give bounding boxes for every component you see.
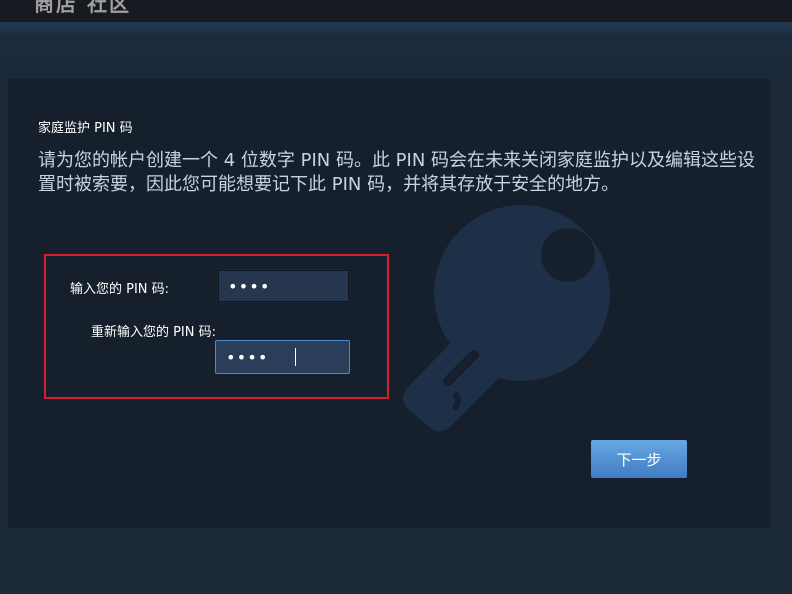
dialog-description: 请为您的帐户创建一个 4 位数字 PIN 码。此 PIN 码会在未来关闭家庭监护… [38, 150, 756, 195]
page: 商店 社区 家庭监护 PIN 码 请为您的帐户创建一个 4 位数字 PIN 码。… [0, 0, 792, 594]
next-button[interactable]: 下一步 [591, 440, 687, 478]
nav-partial-text: 商店 社区 [34, 0, 131, 16]
pin-input[interactable] [217, 269, 350, 303]
pin-entry-group: 输入您的 PIN 码: 重新输入您的 PIN 码: [44, 254, 389, 399]
text-caret [295, 348, 296, 366]
repin-label: 重新输入您的 PIN 码: [90, 325, 216, 340]
pin-label: 输入您的 PIN 码: [70, 282, 170, 297]
repin-input[interactable] [215, 340, 350, 374]
key-icon [403, 205, 610, 432]
dialog-heading: 家庭监护 PIN 码 [38, 121, 133, 136]
top-nav-bar: 商店 社区 [0, 0, 792, 22]
family-view-dialog: 家庭监护 PIN 码 请为您的帐户创建一个 4 位数字 PIN 码。此 PIN … [8, 79, 770, 528]
top-nav-shadow [0, 22, 792, 40]
